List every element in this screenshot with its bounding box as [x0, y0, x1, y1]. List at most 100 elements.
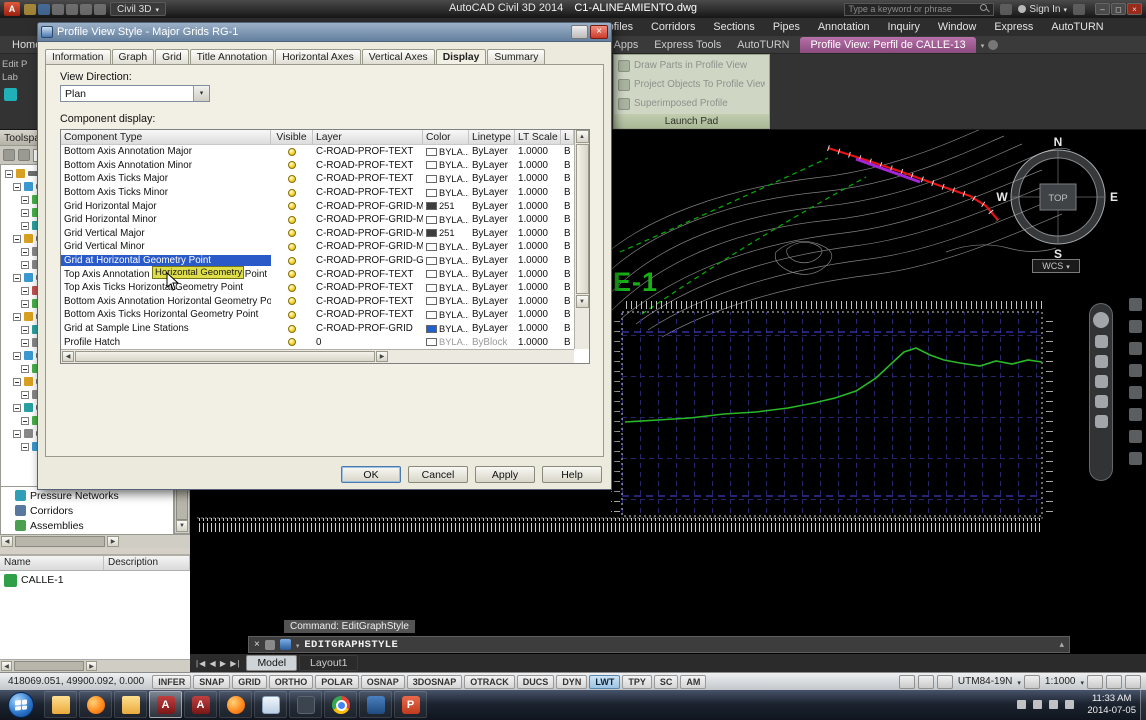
toggle-lwt[interactable]: LWT — [589, 674, 621, 689]
visible-bulb-icon[interactable] — [288, 147, 296, 156]
toolspace-item[interactable]: Corridors — [1, 503, 173, 518]
component-row[interactable]: Bottom Axis Annotation Major C-ROAD-PROF-… — [61, 145, 574, 159]
vertical-scrollbar[interactable] — [574, 130, 589, 349]
toggle-ortho[interactable]: ORTHO — [268, 674, 314, 689]
tab-summary[interactable]: Summary — [487, 49, 546, 65]
command-input[interactable]: EDITGRAPHSTYLE — [304, 639, 398, 651]
dialog-help-button[interactable] — [571, 25, 588, 39]
toolspace-item[interactable]: Pressure Networks — [1, 488, 173, 503]
color-swatch[interactable] — [426, 242, 437, 251]
visible-bulb-icon[interactable] — [288, 202, 296, 211]
color-swatch[interactable] — [426, 310, 437, 319]
column-header[interactable]: Layer — [313, 130, 423, 144]
tab-horizontal-axes[interactable]: Horizontal Axes — [275, 49, 361, 65]
ribbon-button[interactable]: Project Objects To Profile View — [618, 76, 765, 93]
coordinate-system-label[interactable]: UTM84-19N — [958, 676, 1012, 687]
chevron-down-icon[interactable] — [1017, 676, 1021, 688]
color-swatch[interactable] — [426, 202, 437, 211]
tab-information[interactable]: Information — [45, 49, 111, 65]
qat-icon[interactable] — [66, 3, 78, 15]
color-swatch[interactable] — [426, 256, 437, 265]
column-header[interactable]: Component Type — [61, 130, 271, 144]
visible-bulb-icon[interactable] — [288, 297, 296, 306]
ribbon-context-tab[interactable]: Profile View: Perfil de CALLE-13 — [800, 37, 976, 53]
search-input[interactable]: Type a keyword or phrase — [844, 2, 995, 16]
column-header[interactable]: Name — [0, 556, 104, 570]
tab-title-annotation[interactable]: Title Annotation — [189, 49, 275, 65]
item-view-scrollbar[interactable] — [0, 659, 190, 672]
component-row[interactable]: Top Axis Ticks Horizontal Geometry Point… — [61, 281, 574, 295]
visible-bulb-icon[interactable] — [288, 229, 296, 238]
visible-bulb-icon[interactable] — [288, 256, 296, 265]
ribbon-tab[interactable]: Express Tools — [646, 37, 729, 53]
tab-grid[interactable]: Grid — [155, 49, 189, 65]
scroll-down-icon[interactable] — [176, 520, 188, 532]
ribbon-button[interactable]: Draw Parts in Profile View — [618, 57, 765, 74]
taskbar-utility-app[interactable] — [289, 691, 322, 718]
toolspace-hscrollbar[interactable] — [0, 534, 190, 548]
toolbar-icon[interactable] — [18, 149, 30, 161]
list-item[interactable]: CALLE-1 — [0, 571, 190, 589]
menu-item[interactable]: Annotation — [809, 21, 879, 33]
navbar-icon[interactable] — [1094, 395, 1108, 408]
component-row[interactable]: Bottom Axis Ticks Minor C-ROAD-PROF-TEXT B… — [61, 186, 574, 200]
column-header[interactable]: LT Scale — [515, 130, 561, 144]
taskbar-autocad-civil3d[interactable]: A — [149, 691, 182, 718]
scroll-left-icon[interactable] — [62, 351, 74, 362]
color-swatch[interactable] — [426, 188, 437, 197]
restore-button[interactable] — [1111, 3, 1126, 15]
tray-icon[interactable] — [1017, 700, 1026, 709]
ribbon-button[interactable]: Superimposed Profile — [618, 95, 765, 112]
customize-icon[interactable] — [264, 639, 275, 650]
close-button[interactable] — [1127, 3, 1142, 15]
column-header[interactable]: L — [561, 130, 574, 144]
panel-title[interactable]: Launch Pad — [614, 114, 769, 128]
color-swatch[interactable] — [426, 283, 437, 292]
sign-in-button[interactable]: Sign In — [1018, 4, 1067, 15]
lock-icon[interactable] — [1106, 674, 1122, 689]
column-header[interactable]: Visible — [271, 130, 313, 144]
quick-view-drawings-icon[interactable] — [936, 674, 953, 689]
color-swatch[interactable] — [426, 147, 437, 156]
show-desktop-button[interactable] — [1140, 690, 1146, 720]
toggle-sc[interactable]: SC — [653, 674, 679, 689]
side-toolbar-icon[interactable] — [1129, 408, 1142, 421]
toolbar-icon[interactable] — [3, 149, 15, 161]
side-toolbar-icon[interactable] — [1129, 298, 1142, 311]
taskbar-document-app[interactable] — [254, 691, 287, 718]
tab-graph[interactable]: Graph — [111, 49, 155, 65]
clock[interactable]: 11:33 AM 2014-07-05 — [1087, 693, 1136, 717]
apply-button[interactable]: Apply — [475, 466, 535, 483]
menu-item[interactable]: Sections — [704, 21, 763, 33]
taskbar-firefox-2[interactable] — [219, 691, 252, 718]
ribbon-tool-icon[interactable] — [4, 88, 17, 101]
menu-item[interactable]: AutoTURN — [1042, 21, 1112, 33]
side-toolbar-icon[interactable] — [1129, 342, 1142, 355]
ribbon-options-icon[interactable] — [988, 40, 999, 50]
toggle-ducs[interactable]: DUCS — [516, 674, 555, 689]
color-swatch[interactable] — [426, 338, 437, 347]
scrollbar-thumb[interactable] — [15, 536, 105, 547]
start-button[interactable] — [8, 692, 34, 718]
visible-bulb-icon[interactable] — [288, 338, 296, 347]
scrollbar-thumb[interactable] — [14, 661, 84, 671]
wcs-indicator[interactable]: WCS — [1032, 259, 1080, 273]
toggle-infer[interactable]: INFER — [152, 674, 192, 689]
component-row[interactable]: Grid at Horizontal Geometry Point C-ROAD-… — [61, 254, 574, 268]
visible-bulb-icon[interactable] — [288, 270, 296, 279]
scrollbar-thumb[interactable] — [575, 144, 589, 294]
toggle-snap[interactable]: SNAP — [193, 674, 231, 689]
toggle-grid[interactable]: GRID — [232, 674, 267, 689]
menu-item[interactable]: Window — [929, 21, 985, 33]
taskbar-folder[interactable] — [114, 691, 147, 718]
toggle-3dosnap[interactable]: 3DOSNAP — [406, 674, 463, 689]
component-row[interactable]: Grid Vertical MajorC-ROAD-PROF-GRID-MAJR… — [61, 227, 574, 241]
component-row[interactable]: Grid at Sample Line Stations C-ROAD-PROF-… — [61, 322, 574, 336]
visible-bulb-icon[interactable] — [288, 310, 296, 319]
view-direction-select[interactable]: Plan — [60, 85, 210, 102]
navbar-icon[interactable] — [1093, 312, 1109, 328]
component-row[interactable]: Grid Horizontal MajorC-ROAD-PROF-GRID-MA… — [61, 199, 574, 213]
scroll-left-icon[interactable] — [1, 536, 13, 547]
visible-bulb-icon[interactable] — [288, 215, 296, 224]
chevron-down-icon[interactable] — [193, 86, 209, 101]
